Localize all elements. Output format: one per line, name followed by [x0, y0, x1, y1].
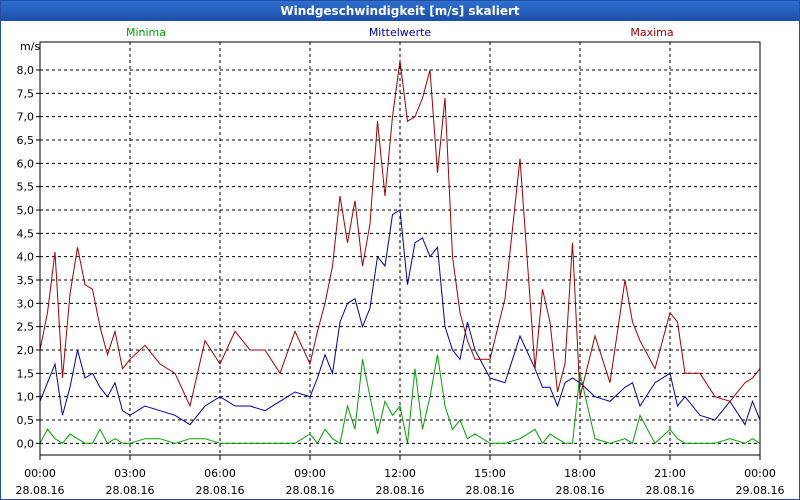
- x-tick-time-label: 12:00: [384, 467, 416, 480]
- x-tick-date-label: 28.08.16: [196, 484, 245, 497]
- wind-speed-chart: m/s Minima Mittelwerte Maxima 0,0 0,5 1,0 1…: [16, 26, 785, 497]
- y-tick-label: 1,5: [17, 367, 35, 380]
- x-axis-ticks: 00:00 28.08.16 03:00 28.08.16 06:00 28.08.16 0…: [16, 455, 785, 497]
- legend-mittelwerte: Mittelwerte: [369, 26, 432, 39]
- x-tick-date-label: 28.08.16: [646, 484, 695, 497]
- y-tick-label: 5,5: [17, 181, 35, 194]
- x-tick-date-label: 28.08.16: [376, 484, 425, 497]
- y-tick-label: 8,0: [17, 64, 35, 77]
- y-tick-label: 0,5: [17, 414, 35, 427]
- x-tick-date-label: 28.08.16: [16, 484, 65, 497]
- x-tick-time-label: 03:00: [114, 467, 146, 480]
- y-tick-label: 0,0: [17, 437, 35, 450]
- y-tick-label: 4,5: [17, 227, 35, 240]
- y-tick-label: 6,5: [17, 134, 35, 147]
- y-tick-label: 3,5: [17, 274, 35, 287]
- x-tick-time-label: 06:00: [204, 467, 236, 480]
- y-tick-label: 3,0: [17, 297, 35, 310]
- x-tick-date-label: 28.08.16: [556, 484, 605, 497]
- x-tick-time-label: 09:00: [294, 467, 326, 480]
- x-tick-time-label: 21:00: [654, 467, 686, 480]
- grid-lines: [40, 42, 760, 455]
- x-tick-time-label: 00:00: [24, 467, 56, 480]
- y-tick-label: 5,0: [17, 204, 35, 217]
- y-tick-label: 2,5: [17, 321, 35, 334]
- x-tick-date-label: 28.08.16: [106, 484, 155, 497]
- y-tick-label: 6,0: [17, 157, 35, 170]
- x-tick-time-label: 18:00: [564, 467, 596, 480]
- y-axis-unit-label: m/s: [20, 40, 40, 53]
- y-tick-label: 1,0: [17, 391, 35, 404]
- y-tick-label: 7,0: [17, 111, 35, 124]
- x-tick-time-label: 00:00: [744, 467, 776, 480]
- legend-minima: Minima: [126, 26, 166, 39]
- x-tick-date-label: 28.08.16: [466, 484, 515, 497]
- legend-maxima: Maxima: [630, 26, 673, 39]
- y-tick-label: 2,0: [17, 344, 35, 357]
- y-tick-label: 4,0: [17, 251, 35, 264]
- x-tick-date-label: 28.08.16: [286, 484, 335, 497]
- x-tick-time-label: 15:00: [474, 467, 506, 480]
- y-tick-label: 7,5: [17, 87, 35, 100]
- x-tick-date-label: 29.08.16: [736, 484, 785, 497]
- y-axis-ticks: 0,0 0,5 1,0 1,5 2,0 2,5 3,0 3,5 4,0 4,5 5,0 5,5 6,0 6…: [17, 64, 40, 450]
